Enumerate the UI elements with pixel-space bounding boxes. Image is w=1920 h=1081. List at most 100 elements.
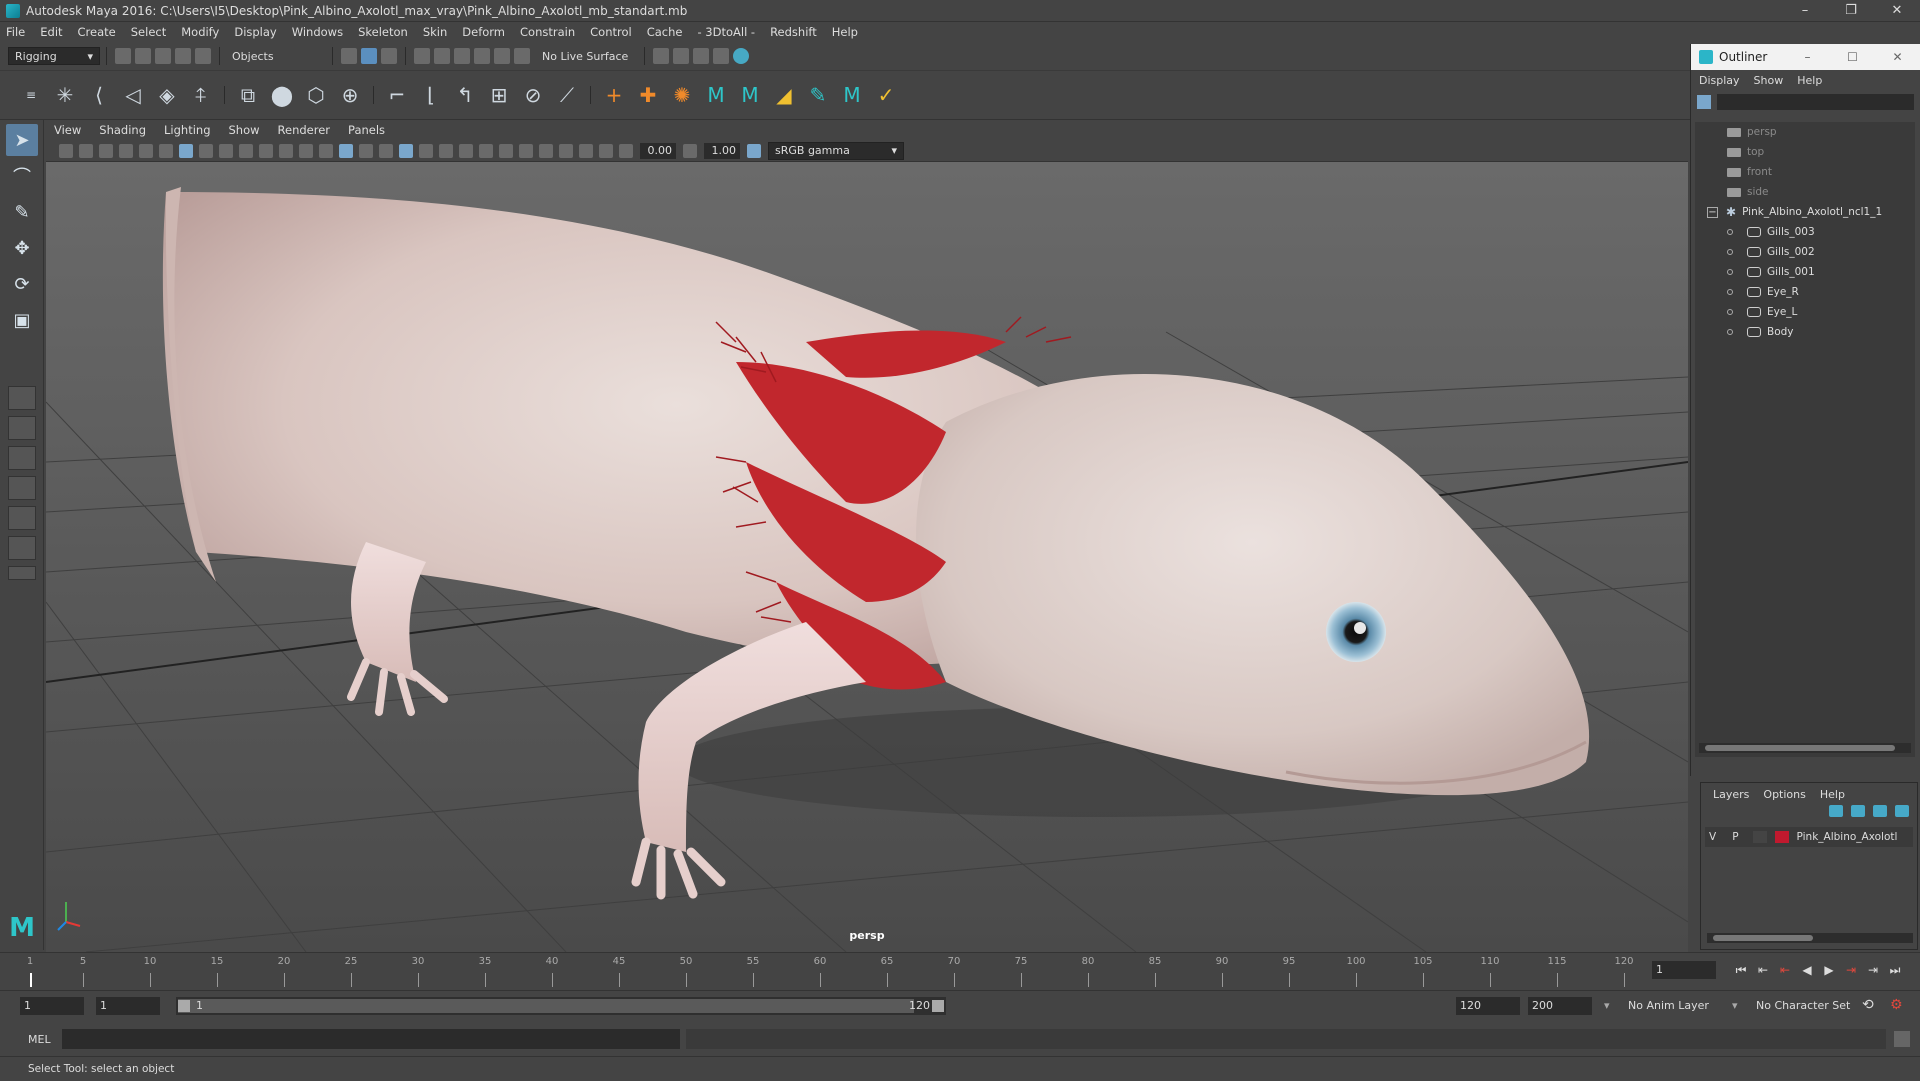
pole-vector-icon[interactable]: ⟋	[554, 82, 580, 108]
spark-icon[interactable]: ✺	[669, 82, 695, 108]
menu-modify[interactable]: Modify	[181, 25, 219, 39]
snap-view-icon[interactable]	[474, 48, 490, 64]
current-time-indicator[interactable]	[30, 973, 32, 987]
camera-attr-icon[interactable]	[79, 143, 93, 158]
layer-display-type-toggle[interactable]	[1752, 831, 1767, 843]
menu-set-dropdown[interactable]: Rigging ▾	[8, 47, 100, 65]
menu-file[interactable]: File	[6, 25, 25, 39]
new-layer-from-selection-icon[interactable]	[1895, 805, 1909, 817]
render-view-icon[interactable]	[653, 48, 670, 64]
menu-display[interactable]: Display	[234, 25, 276, 39]
use-all-lights-icon[interactable]	[419, 143, 433, 158]
auto-key-icon[interactable]: ⟲	[1862, 997, 1874, 1013]
select-tool-icon[interactable]: ➤	[6, 124, 38, 156]
ipr-render-icon[interactable]	[693, 48, 710, 64]
range-start-handle[interactable]	[178, 1000, 190, 1012]
live-surface-label[interactable]: No Live Surface	[542, 50, 628, 63]
menu-skin[interactable]: Skin	[423, 25, 447, 39]
play-backwards-icon[interactable]: ◀	[1798, 961, 1816, 979]
range-end-handle[interactable]	[932, 1000, 944, 1012]
wireframe-on-shaded-icon[interactable]	[379, 143, 393, 158]
graph-layout-icon[interactable]	[8, 476, 36, 500]
paint-weights-icon[interactable]: ◢	[771, 82, 797, 108]
selection-mode-dropdown[interactable]: Objects	[226, 47, 326, 65]
smooth-shade-icon[interactable]	[339, 143, 353, 158]
outliner-item-eye-r[interactable]: Eye_R	[1695, 282, 1915, 302]
playback-end-field[interactable]: 120	[1456, 997, 1520, 1015]
vp-menu-panels[interactable]: Panels	[348, 123, 385, 137]
undo-icon[interactable]	[175, 48, 191, 64]
layer-row[interactable]: V P Pink_Albino_Axolotl	[1705, 827, 1913, 847]
snap-curve-icon[interactable]	[434, 48, 450, 64]
range-slider[interactable]: 1 120	[176, 997, 946, 1015]
outliner-item-persp[interactable]: persp	[1695, 122, 1915, 142]
menu-deform[interactable]: Deform	[462, 25, 505, 39]
layer-menu-help[interactable]: Help	[1820, 788, 1845, 801]
menu-select[interactable]: Select	[131, 25, 166, 39]
screen-space-ao-icon[interactable]	[459, 143, 473, 158]
vp-menu-show[interactable]: Show	[229, 123, 260, 137]
chevron-down-icon[interactable]: ▾	[1732, 999, 1738, 1012]
outliner-menu-help[interactable]: Help	[1797, 74, 1822, 87]
menu-cache[interactable]: Cache	[647, 25, 683, 39]
lasso-tool-icon[interactable]: ⌒	[6, 160, 38, 192]
menu-edit[interactable]: Edit	[40, 25, 62, 39]
scale-constraint-icon[interactable]: ⊘	[520, 82, 546, 108]
default-material-icon[interactable]	[359, 143, 373, 158]
brush-icon[interactable]: ✎	[805, 82, 831, 108]
xray-joints-icon[interactable]	[579, 143, 593, 158]
parent-constraint-icon[interactable]: ⊞	[486, 82, 512, 108]
gate-mask-icon[interactable]	[239, 143, 253, 158]
vp-menu-shading[interactable]: Shading	[99, 123, 146, 137]
3d-viewport[interactable]: persp	[46, 162, 1688, 952]
lattice-icon[interactable]: ⬡	[303, 82, 329, 108]
grease-pencil-icon[interactable]	[159, 143, 173, 158]
menu-create[interactable]: Create	[78, 25, 116, 39]
outliner-item-gills-003[interactable]: Gills_003	[1695, 222, 1915, 242]
menu-redshift[interactable]: Redshift	[770, 25, 817, 39]
step-forward-frame-icon[interactable]: ⇥	[1864, 961, 1882, 979]
select-hierarchy-icon[interactable]	[341, 48, 357, 64]
open-scene-icon[interactable]	[135, 48, 151, 64]
script-editor-icon[interactable]	[1894, 1031, 1910, 1047]
menu-windows[interactable]: Windows	[292, 25, 343, 39]
outliner-layout-icon[interactable]	[8, 446, 36, 470]
snap-edge-icon[interactable]	[514, 48, 530, 64]
vp-menu-renderer[interactable]: Renderer	[278, 123, 331, 137]
filter-icon[interactable]	[1697, 95, 1711, 109]
vp-menu-lighting[interactable]: Lighting	[164, 123, 210, 137]
insert-joint-icon[interactable]: ◈	[154, 82, 180, 108]
layer-menu-options[interactable]: Options	[1763, 788, 1805, 801]
outliner-item-group[interactable]: − ✱ Pink_Albino_Axolotl_ncl1_1	[1695, 202, 1915, 222]
outliner-menu-show[interactable]: Show	[1754, 74, 1784, 87]
check-icon[interactable]: ✓	[873, 82, 899, 108]
layer-playback-toggle[interactable]: P	[1732, 831, 1738, 843]
cluster-icon[interactable]: ⊕	[337, 82, 363, 108]
outliner-close-button[interactable]: ✕	[1875, 50, 1920, 64]
new-empty-layer-icon[interactable]	[1873, 805, 1887, 817]
paint-select-icon[interactable]: ✎	[6, 196, 38, 228]
2d-pan-icon[interactable]	[139, 143, 153, 158]
depth-of-field-icon[interactable]	[519, 143, 533, 158]
maximize-button[interactable]: ❐	[1828, 0, 1874, 22]
menu-constrain[interactable]: Constrain	[520, 25, 575, 39]
render-settings-icon[interactable]	[713, 48, 730, 64]
mel-command-input[interactable]	[62, 1029, 680, 1049]
animation-end-field[interactable]: 200	[1528, 997, 1592, 1015]
orient-constraint-icon[interactable]: ⌊	[418, 82, 444, 108]
locator-icon[interactable]: +	[601, 82, 627, 108]
animation-start-field[interactable]: 1	[20, 996, 84, 1015]
maya-tool-icon[interactable]: M	[703, 82, 729, 108]
maya-tool-3-icon[interactable]: M	[839, 82, 865, 108]
motion-blur-icon[interactable]	[479, 143, 493, 158]
joint-tool-icon[interactable]: ✳	[52, 82, 78, 108]
snap-point-icon[interactable]	[454, 48, 470, 64]
vp-menu-view[interactable]: View	[54, 123, 81, 137]
scale-tool-icon[interactable]: ▣	[6, 304, 38, 336]
point-constraint-icon[interactable]: ⌐	[384, 82, 410, 108]
render-frame-icon[interactable]	[673, 48, 690, 64]
collapse-icon[interactable]: −	[1707, 206, 1718, 218]
color-management-icon[interactable]	[747, 143, 761, 158]
chevron-down-icon[interactable]: ▾	[1604, 999, 1610, 1012]
redo-icon[interactable]	[195, 48, 211, 64]
